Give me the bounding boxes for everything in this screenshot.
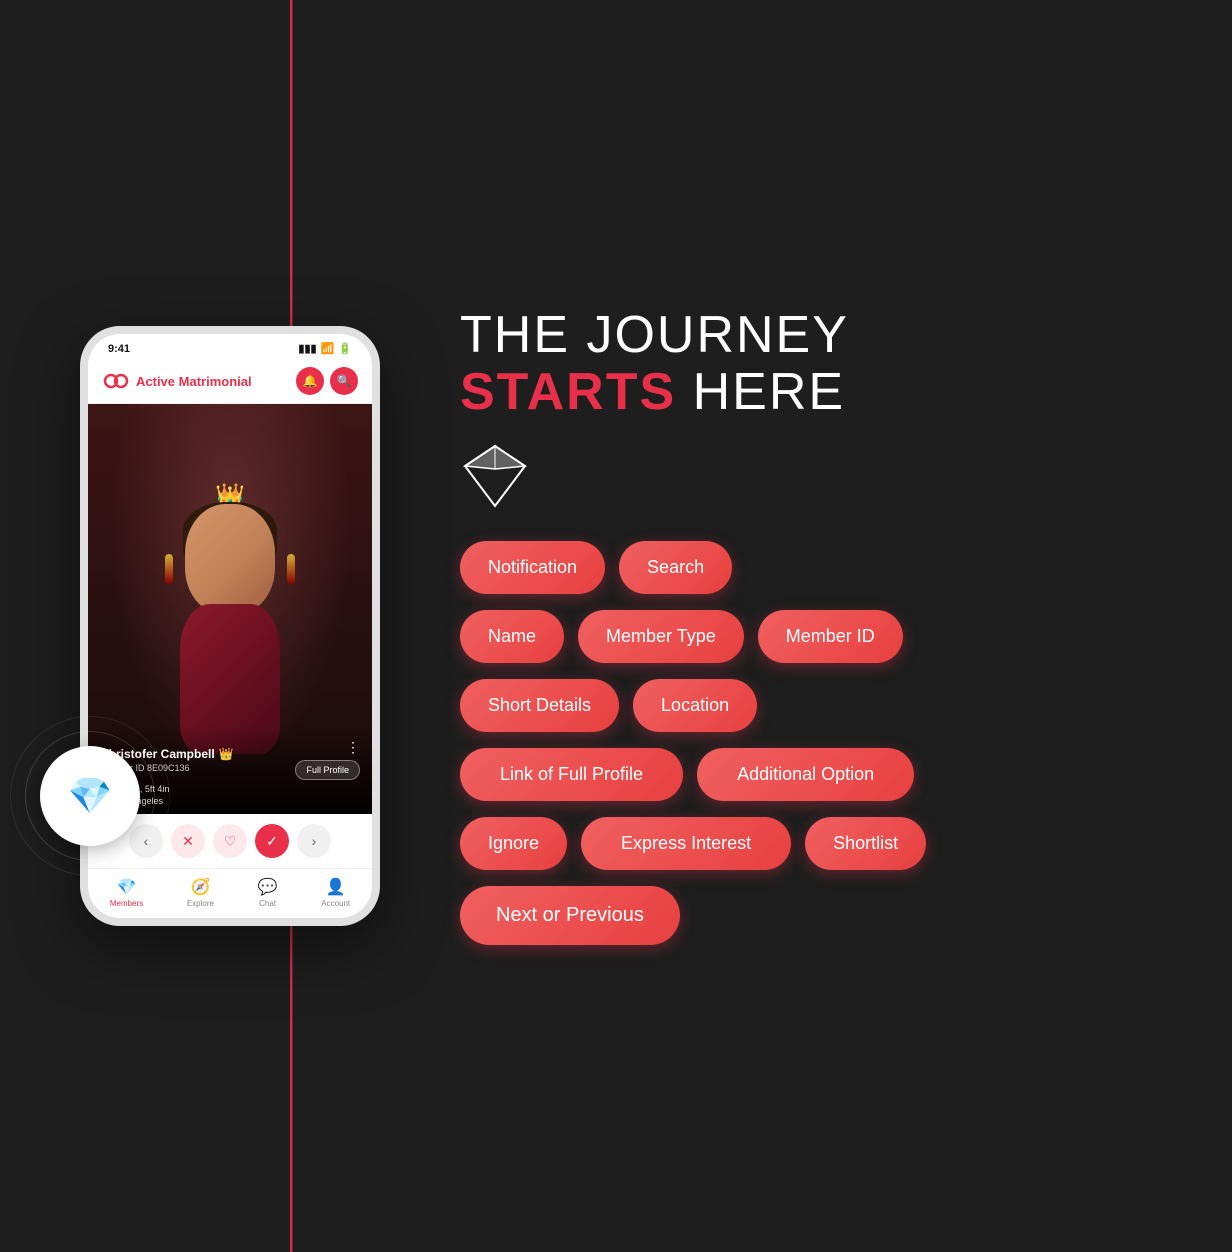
header-icons: 🔔 🔍 [296,367,358,395]
bottom-nav: 💎 Members 🧭 Explore 💬 Chat 👤 Account [88,868,372,918]
person-figure: 👑 [140,474,320,754]
pill-member-id[interactable]: Member ID [758,610,903,663]
signal-icon: ▮▮▮ [298,342,316,355]
app-logo-icon [102,367,130,395]
search-header-btn[interactable]: 🔍 [330,367,358,395]
nav-account[interactable]: 👤 Account [321,877,350,908]
phone-container: 💎 9:41 ▮▮▮ 📶 🔋 Active Matr [80,326,380,926]
head-shape [185,504,275,614]
battery-icon: 🔋 [338,342,352,355]
pills-row-6: Next or Previous [460,886,1152,945]
notification-header-btn[interactable]: 🔔 [296,367,324,395]
app-logo-area: Active Matrimonial [102,367,252,395]
nav-members[interactable]: 💎 Members [110,877,143,908]
full-profile-button[interactable]: Full Profile [295,760,360,780]
ignore-action-button[interactable]: ✕ [171,824,205,858]
chat-nav-label: Chat [259,899,276,908]
pills-row-5: Ignore Express Interest Shortlist [460,817,1152,870]
account-nav-icon: 👤 [326,877,346,897]
members-nav-label: Members [110,899,143,908]
pill-additional-option[interactable]: Additional Option [697,748,914,801]
app-name: Active Matrimonial [136,374,252,389]
next-button[interactable]: › [297,824,331,858]
explore-nav-label: Explore [187,899,214,908]
nav-chat[interactable]: 💬 Chat [258,877,278,908]
pill-ignore[interactable]: Ignore [460,817,567,870]
pill-member-type[interactable]: Member Type [578,610,744,663]
journey-content: THE JOURNEY STARTS HERE Notification Sea… [380,307,1152,945]
pill-notification[interactable]: Notification [460,541,605,594]
pill-name[interactable]: Name [460,610,564,663]
nav-explore[interactable]: 🧭 Explore [187,877,214,908]
pill-shortlist[interactable]: Shortlist [805,817,926,870]
title-here: HERE [676,363,845,421]
pill-express-interest[interactable]: Express Interest [581,817,791,870]
diamond-float-icon: 💎 [68,775,113,817]
pills-row-3: Short Details Location [460,679,1152,732]
title-line1: THE JOURNEY [460,307,1152,364]
earring-left [165,554,173,584]
title-starts: STARTS [460,363,676,421]
chat-nav-icon: 💬 [258,877,278,897]
account-nav-label: Account [321,899,350,908]
wifi-icon: 📶 [321,342,335,355]
pills-row-4: Link of Full Profile Additional Option [460,748,1152,801]
pill-location[interactable]: Location [633,679,757,732]
pill-search[interactable]: Search [619,541,732,594]
explore-nav-icon: 🧭 [190,877,210,897]
earring-right [287,554,295,584]
floating-circle: 💎 [40,746,140,846]
accept-button[interactable]: ✓ [255,824,289,858]
time-display: 9:41 [108,343,130,355]
pills-row-2: Name Member Type Member ID [460,610,1152,663]
pill-short-details[interactable]: Short Details [460,679,619,732]
members-nav-icon: 💎 [117,877,137,897]
pills-container: Notification Search Name Member Type Mem… [460,541,1152,945]
diamond-large-icon [460,441,530,511]
pills-row-1: Notification Search [460,541,1152,594]
more-options-icon[interactable]: ⋮ [346,739,360,756]
journey-title: THE JOURNEY STARTS HERE [460,307,1152,421]
title-line2: STARTS HERE [460,364,1152,421]
like-button[interactable]: ♡ [213,824,247,858]
crown-badge: 👑 [219,747,234,761]
app-header: Active Matrimonial 🔔 🔍 [88,359,372,404]
status-bar: 9:41 ▮▮▮ 📶 🔋 [88,334,372,359]
main-container: 💎 9:41 ▮▮▮ 📶 🔋 Active Matr [0,0,1232,1252]
pill-next-previous[interactable]: Next or Previous [460,886,680,945]
pill-link-full-profile[interactable]: Link of Full Profile [460,748,683,801]
status-icons: ▮▮▮ 📶 🔋 [298,342,352,355]
